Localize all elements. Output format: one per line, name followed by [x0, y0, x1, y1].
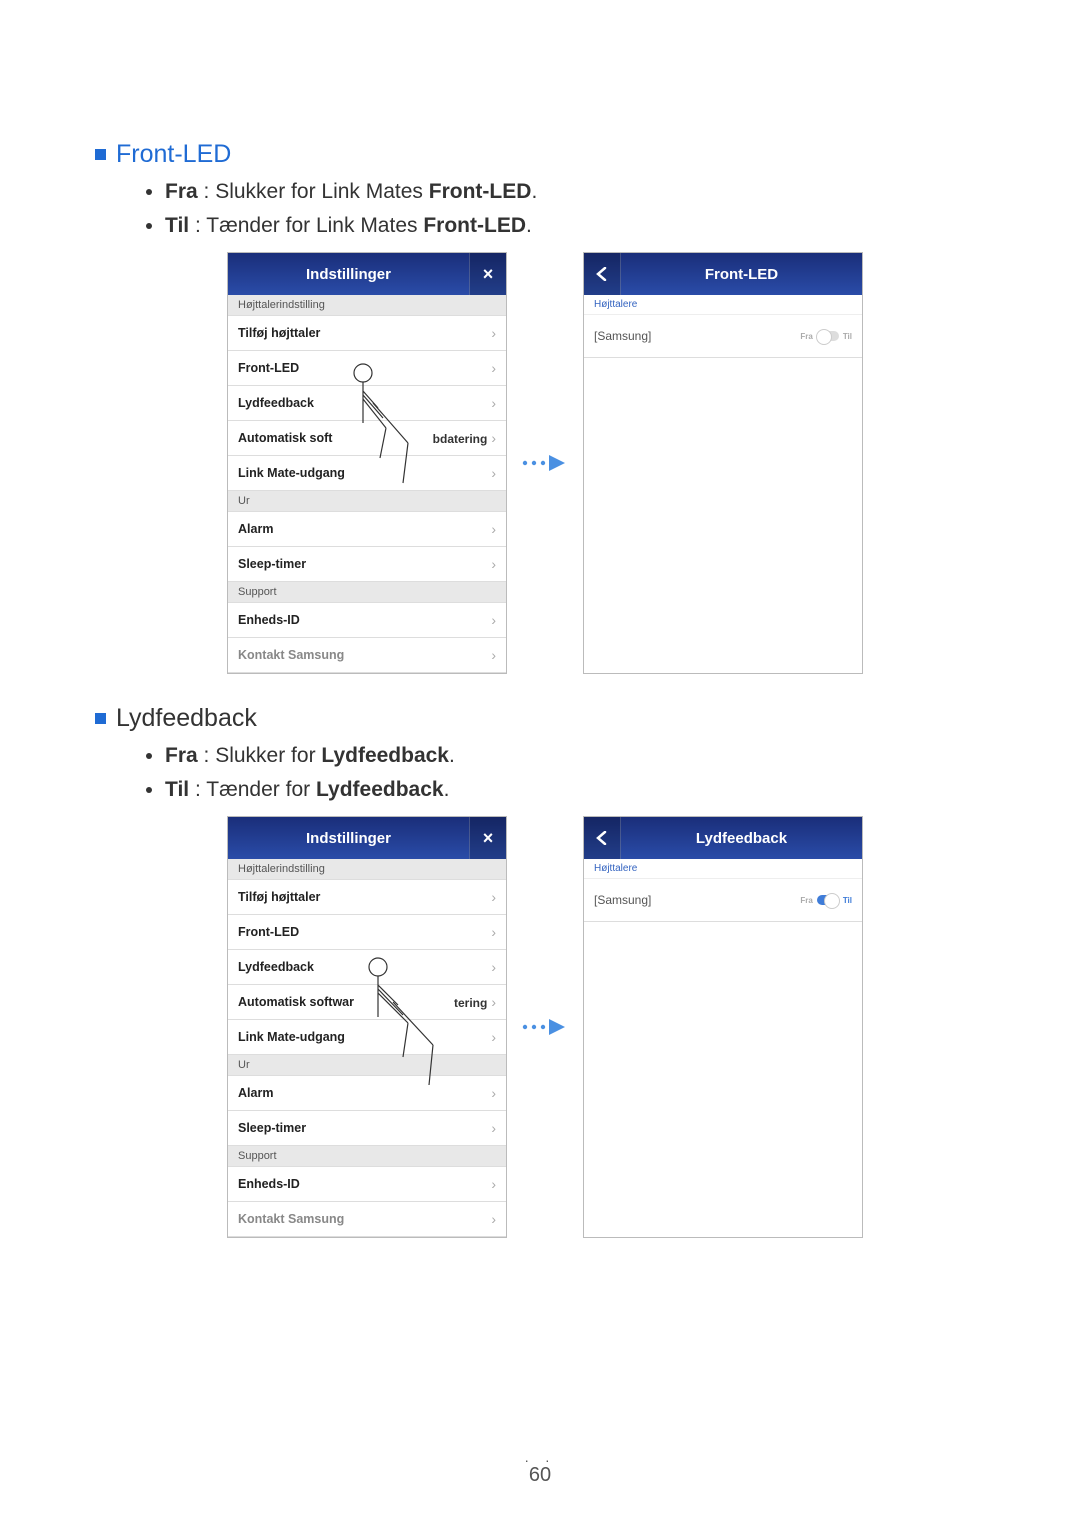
chevron-right-icon: › [491, 556, 496, 572]
screen-header: Indstillinger × [228, 817, 506, 859]
bullet-square-icon [95, 713, 106, 724]
chevron-right-icon: › [491, 465, 496, 481]
chevron-right-icon: › [491, 395, 496, 411]
section-title: Front-LED [116, 140, 231, 169]
list-item[interactable]: Tilføj højttaler› [228, 316, 506, 351]
section-title: Lydfeedback [116, 704, 257, 733]
detail-screen: Lydfeedback Højttalere [Samsung] Fra Til [583, 816, 863, 1238]
chevron-right-icon: › [491, 1029, 496, 1045]
toggle-switch[interactable]: Fra Til [800, 331, 852, 341]
list-item[interactable]: Front-LED› [228, 351, 506, 386]
list-item[interactable]: Alarm› [228, 1076, 506, 1111]
list-item[interactable]: Alarm› [228, 512, 506, 547]
chevron-right-icon: › [491, 1120, 496, 1136]
list-item[interactable]: Lydfeedback› [228, 386, 506, 421]
bullet-item: Fra : Slukker for Link Mates Front-LED. [165, 175, 995, 209]
list-item[interactable]: Automatisk softwartering› [228, 985, 506, 1020]
chevron-right-icon: › [491, 1176, 496, 1192]
group-header: Ur [228, 491, 506, 512]
chevron-right-icon: › [491, 994, 496, 1010]
toggle-switch[interactable]: Fra Til [800, 895, 852, 905]
arrow-right-icon [515, 1017, 575, 1037]
close-icon[interactable]: × [469, 253, 506, 295]
item-label: [Samsung] [594, 893, 651, 907]
item-label: [Samsung] [594, 329, 651, 343]
back-icon[interactable] [584, 253, 621, 295]
screen-title: Front-LED [621, 266, 862, 283]
list-item[interactable]: Kontakt Samsung› [228, 638, 506, 673]
section-heading-lydfeedback: Lydfeedback [95, 704, 995, 733]
page-number: · · 60 [0, 1452, 1080, 1487]
list-item[interactable]: Sleep-timer› [228, 547, 506, 582]
chevron-right-icon: › [491, 521, 496, 537]
bullet-square-icon [95, 149, 106, 160]
bullet-item: Fra : Slukker for Lydfeedback. [165, 739, 995, 773]
toggle-row[interactable]: [Samsung] Fra Til [584, 315, 862, 358]
list-item[interactable]: Kontakt Samsung› [228, 1202, 506, 1237]
screen-title: Indstillinger [228, 830, 469, 847]
chevron-right-icon: › [491, 647, 496, 663]
screen-header: Indstillinger × [228, 253, 506, 295]
chevron-right-icon: › [491, 325, 496, 341]
bullet-list: Fra : Slukker for Lydfeedback. Til : Tæn… [165, 739, 995, 806]
group-header: Højttalere [584, 859, 862, 879]
list-item[interactable]: Link Mate-udgang› [228, 1020, 506, 1055]
group-header: Højttalere [584, 295, 862, 315]
arrow-right-icon [515, 453, 575, 473]
group-header: Ur [228, 1055, 506, 1076]
screens-row: Indstillinger × Højttalerindstilling Til… [95, 816, 995, 1238]
list-item[interactable]: Enheds-ID› [228, 603, 506, 638]
screen-title: Indstillinger [228, 266, 469, 283]
screen-header: Lydfeedback [584, 817, 862, 859]
close-icon[interactable]: × [469, 817, 506, 859]
list-item[interactable]: Front-LED› [228, 915, 506, 950]
chevron-right-icon: › [491, 430, 496, 446]
toggle-row[interactable]: [Samsung] Fra Til [584, 879, 862, 922]
group-header: Højttalerindstilling [228, 859, 506, 880]
chevron-right-icon: › [491, 959, 496, 975]
group-header: Højttalerindstilling [228, 295, 506, 316]
back-icon[interactable] [584, 817, 621, 859]
group-header: Support [228, 1146, 506, 1167]
settings-screen: Indstillinger × Højttalerindstilling Til… [227, 816, 507, 1238]
chevron-right-icon: › [491, 1211, 496, 1227]
settings-screen: Indstillinger × Højttalerindstilling Til… [227, 252, 507, 674]
chevron-right-icon: › [491, 612, 496, 628]
list-item[interactable]: Link Mate-udgang› [228, 456, 506, 491]
list-item[interactable]: Automatisk softbdatering› [228, 421, 506, 456]
chevron-right-icon: › [491, 889, 496, 905]
section-heading-front-led: Front-LED [95, 140, 995, 169]
list-item[interactable]: Sleep-timer› [228, 1111, 506, 1146]
list-item[interactable]: Lydfeedback› [228, 950, 506, 985]
chevron-right-icon: › [491, 360, 496, 376]
chevron-right-icon: › [491, 1085, 496, 1101]
screen-title: Lydfeedback [621, 830, 862, 847]
bullet-item: Til : Tænder for Link Mates Front-LED. [165, 209, 995, 243]
list-item[interactable]: Tilføj højttaler› [228, 880, 506, 915]
screen-header: Front-LED [584, 253, 862, 295]
screens-row: Indstillinger × Højttalerindstilling Til… [95, 252, 995, 674]
group-header: Support [228, 582, 506, 603]
detail-screen: Front-LED Højttalere [Samsung] Fra Til [583, 252, 863, 674]
bullet-item: Til : Tænder for Lydfeedback. [165, 773, 995, 807]
bullet-list: Fra : Slukker for Link Mates Front-LED. … [165, 175, 995, 242]
list-item[interactable]: Enheds-ID› [228, 1167, 506, 1202]
chevron-right-icon: › [491, 924, 496, 940]
